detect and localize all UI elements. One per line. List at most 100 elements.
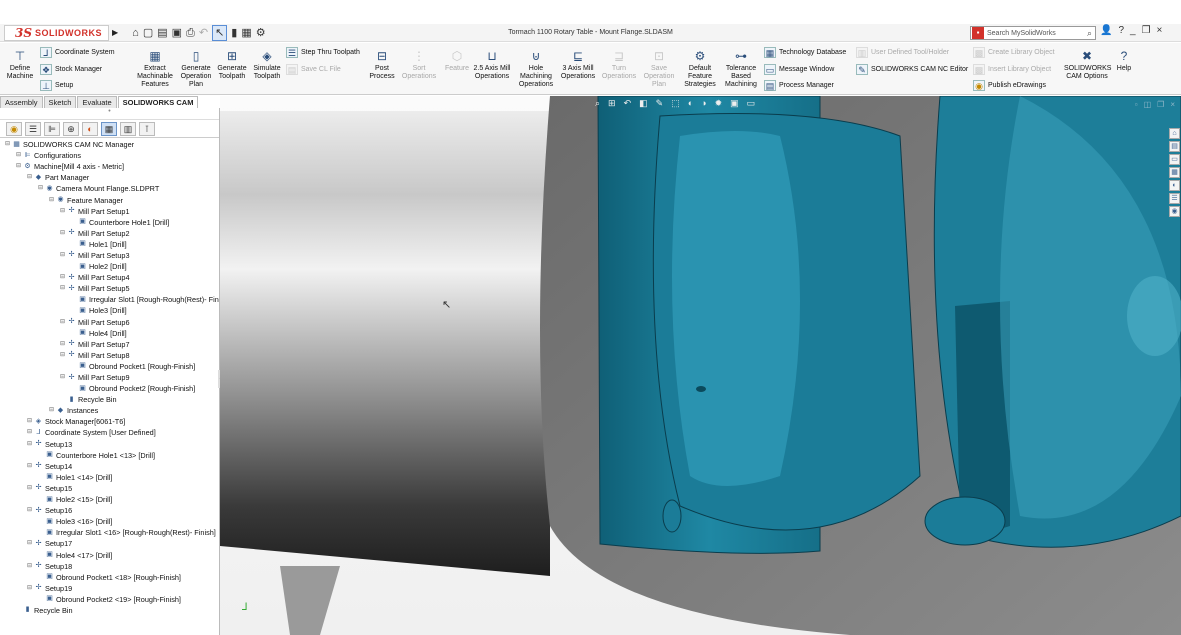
help-button[interactable]: ? Help (1112, 49, 1136, 73)
tree-node[interactable]: ▣ Hole2 [Drill] (0, 261, 219, 272)
tree-expander-icon[interactable]: ⊟ (26, 583, 33, 594)
tree-expander-icon[interactable]: ⊟ (48, 195, 55, 206)
technology-database-button[interactable]: ▦ Technology Database (764, 47, 846, 58)
view-orientation-icon[interactable]: ⬚ (671, 98, 680, 109)
tree-expander-icon[interactable]: ⊟ (59, 317, 66, 328)
tree-expander-icon[interactable]: ⊟ (59, 283, 66, 294)
sort-operations-button[interactable]: ⋮ Sort Operations (400, 49, 438, 81)
tree-node[interactable]: ⊟ ✢ Mill Part Setup8 (0, 350, 219, 361)
file-properties-icon[interactable]: ▦ (241, 26, 251, 40)
property-manager-tab-icon[interactable]: ☰ (25, 121, 41, 136)
custom-properties-icon[interactable]: ☰ (1169, 193, 1180, 204)
tree-expander-icon[interactable]: ⊟ (15, 161, 22, 172)
tree-expander-icon[interactable]: ⊟ (26, 505, 33, 516)
new-document-icon[interactable]: ▢ (143, 26, 153, 40)
cam-tool-tree-tab-icon[interactable]: ⊺ (139, 121, 155, 136)
tree-node[interactable]: ▣ Hole3 [Drill] (0, 305, 219, 316)
tree-node[interactable]: ▮ Recycle Bin (0, 394, 219, 405)
print-icon[interactable]: ⎙ (186, 26, 195, 40)
tree-expander-icon[interactable]: ⊟ (59, 350, 66, 361)
apply-scene-icon[interactable]: ▣ (730, 98, 739, 109)
tree-node[interactable]: ⊟ ✢ Mill Part Setup6 (0, 317, 219, 328)
file-explorer-icon[interactable]: ▭ (1169, 154, 1180, 165)
display-manager-tab-icon[interactable]: ◐ (82, 121, 98, 136)
viewport-close-icon[interactable]: × (1170, 100, 1175, 109)
search-input[interactable]: ▪ Search MySolidWorks ⌕ (970, 26, 1096, 40)
feature-button[interactable]: ⬡ Feature (442, 49, 472, 73)
save-cl-button[interactable]: ▤ Save CL File (286, 64, 341, 75)
open-icon[interactable]: ▤ (157, 26, 167, 40)
previous-view-icon[interactable]: ↶ (624, 98, 632, 109)
tree-node[interactable]: ⊟ ✢ Setup16 (0, 505, 219, 516)
tree-node[interactable]: ⊟ ◆ Instances (0, 405, 219, 416)
solidworks-resources-icon[interactable]: ⌂ (1169, 128, 1180, 139)
tree-expander-icon[interactable]: ⊟ (59, 272, 66, 283)
tree-expander-icon[interactable]: ⊟ (59, 206, 66, 217)
tree-node[interactable]: ⊟ ⚙ Machine[Mill 4 axis - Metric] (0, 161, 219, 172)
tree-expander-icon[interactable]: ⊟ (26, 561, 33, 572)
tree-node[interactable]: ▣ Hole3 <16> [Drill] (0, 516, 219, 527)
tree-expander-icon[interactable]: ⊟ (26, 439, 33, 450)
edit-appearance-icon[interactable]: ✹ (715, 98, 723, 109)
undo-icon[interactable]: ↶ (199, 26, 208, 40)
feature-manager-tab-icon[interactable]: ◉ (6, 121, 22, 136)
tab-solidworks-cam[interactable]: SOLIDWORKS CAM (117, 96, 199, 108)
tree-expander-icon[interactable]: ⊟ (26, 461, 33, 472)
extract-features-button[interactable]: ▦ Extract Machinable Features (133, 49, 177, 89)
generate-toolpath-button[interactable]: ⊞ Generate Toolpath (215, 49, 249, 81)
tree-node[interactable]: ⊟ ✢ Setup13 (0, 439, 219, 450)
viewport-minimize-icon[interactable]: ▫ (1135, 100, 1138, 109)
tree-expander-icon[interactable]: ⊟ (4, 139, 11, 150)
minimize-icon[interactable]: _ (1130, 25, 1136, 36)
tree-node[interactable]: ⊟ ✢ Setup15 (0, 483, 219, 494)
tree-node[interactable]: ▣ Irregular Slot1 [Rough-Rough(Rest)- Fin (0, 294, 219, 305)
user-icon[interactable]: 👤 (1100, 25, 1112, 36)
tree-node[interactable]: ⊟ ✢ Setup19 (0, 583, 219, 594)
tree-node[interactable]: ▣ Hole4 <17> [Drill] (0, 549, 219, 560)
tree-node[interactable]: ▣ Hole1 [Drill] (0, 239, 219, 250)
tree-node[interactable]: ⊟ ◉ Feature Manager (0, 194, 219, 205)
menu-arrow-icon[interactable]: ▶ (112, 28, 118, 37)
home-icon[interactable]: ⌂ (132, 26, 139, 40)
mill-3-axis-button[interactable]: ⊑ 3 Axis Mill Operations (558, 49, 598, 81)
tree-expander-icon[interactable]: ⊟ (48, 405, 55, 416)
tree-node[interactable]: ▣ Hole2 <15> [Drill] (0, 494, 219, 505)
section-view-icon[interactable]: ◧ (639, 98, 648, 109)
tree-node[interactable]: ⊟ ◆ Part Manager (0, 172, 219, 183)
coordinate-system-button[interactable]: ⅃ Coordinate System (40, 47, 115, 58)
tree-node[interactable]: ▣ Hole1 <14> [Drill] (0, 472, 219, 483)
generate-plan-button[interactable]: ▯ Generate Operation Plan (178, 49, 214, 89)
hide-show-icon[interactable]: ◑ (701, 98, 706, 109)
tree-node[interactable]: ▣ Obround Pocket1 <18> [Rough-Finish] (0, 572, 219, 583)
mill-25-axis-button[interactable]: ⊔ 2.5 Axis Mill Operations (472, 49, 512, 81)
close-icon[interactable]: × (1157, 25, 1163, 36)
step-thru-button[interactable]: ☰ Step Thru Toolpath (286, 47, 360, 58)
tree-expander-icon[interactable]: ⊟ (59, 372, 66, 383)
solidworks-logo[interactable]: 3S SOLIDWORKS (4, 24, 110, 41)
tree-node[interactable]: ▮ Recycle Bin (0, 605, 219, 616)
solidworks-forum-icon[interactable]: ◉ (1169, 206, 1180, 217)
tree-node[interactable]: ⊟ ✢ Mill Part Setup2 (0, 228, 219, 239)
setup-button[interactable]: ⊥ Setup (40, 80, 73, 91)
tree-node[interactable]: ⊟ ✢ Mill Part Setup4 (0, 272, 219, 283)
tree-expander-icon[interactable]: ⊟ (26, 416, 33, 427)
tree-node[interactable]: ⊟ ▦ SOLIDWORKS CAM NC Manager (0, 139, 219, 150)
cam-operation-tree-tab-icon[interactable]: ▥ (120, 121, 136, 136)
insert-library-button[interactable]: ▩ Insert Library Object (973, 64, 1051, 75)
display-style-icon[interactable]: ◐ (688, 98, 693, 109)
appearances-icon[interactable]: ◐ (1169, 180, 1180, 191)
tree-expander-icon[interactable]: ⊟ (59, 228, 66, 239)
tree-node[interactable]: ⊟ ◈ Stock Manager[6061-T6] (0, 416, 219, 427)
view-settings-icon[interactable]: ▭ (747, 98, 756, 109)
tree-node[interactable]: ⊟ ✢ Mill Part Setup3 (0, 250, 219, 261)
tree-node[interactable]: ▣ Obround Pocket2 <19> [Rough-Finish] (0, 594, 219, 605)
tree-node[interactable]: ⊟ ✢ Mill Part Setup7 (0, 339, 219, 350)
tree-node[interactable]: ⊟ ✢ Mill Part Setup5 (0, 283, 219, 294)
help-icon[interactable]: ? (1118, 25, 1124, 36)
process-manager-button[interactable]: ▤ Process Manager (764, 80, 834, 91)
graphics-viewport[interactable]: ⌕ ⊞ ↶ ◧ ✎ ⬚ ◐ ◑ ✹ ▣ ▭ ▫ ◫ ❐ × ⌂ ▤ ▭ ▦ ◐ … (220, 96, 1181, 635)
tab-assembly[interactable]: Assembly (0, 96, 43, 108)
cam-options-button[interactable]: ✖ SOLIDWORKS CAM Options (1064, 49, 1111, 81)
post-process-button[interactable]: ⊟ Post Process (368, 49, 396, 81)
save-plan-button[interactable]: ⊡ Save Operation Plan (641, 49, 677, 89)
